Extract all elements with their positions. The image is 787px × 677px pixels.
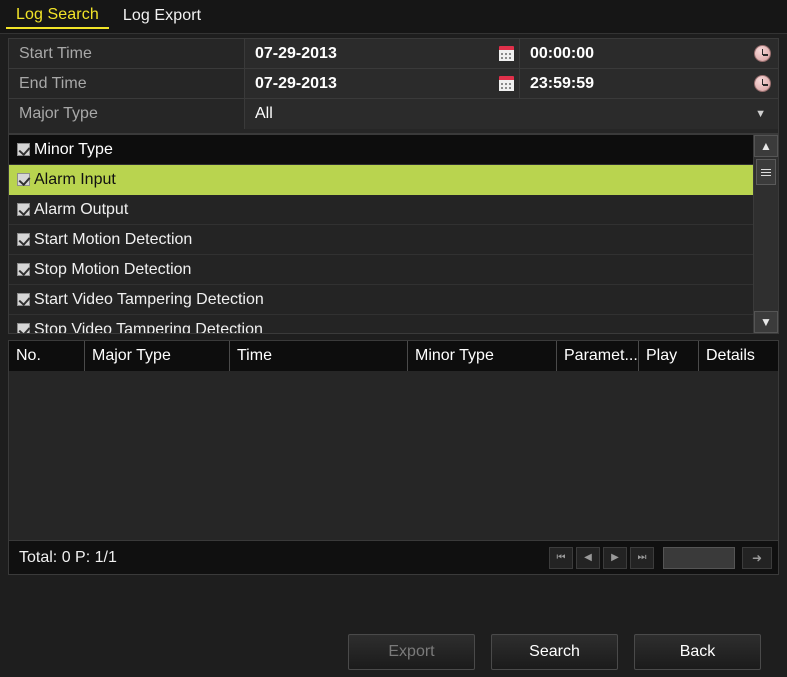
prev-page-icon: ◀ (584, 552, 592, 563)
list-item-label: Alarm Output (34, 200, 129, 218)
list-item-label: Stop Motion Detection (34, 260, 192, 278)
first-page-icon: ⏮ (556, 552, 566, 563)
list-item-label: Stop Video Tampering Detection (34, 320, 263, 334)
first-page-button[interactable]: ⏮ (549, 546, 573, 569)
end-time-field[interactable]: 23:59:59 (520, 69, 746, 98)
major-type-value: All (255, 105, 273, 122)
tab-log-search[interactable]: Log Search (6, 4, 109, 29)
start-time-clock-button[interactable] (746, 39, 778, 68)
column-header-parameter[interactable]: Paramet... (557, 341, 639, 371)
calendar-icon (498, 76, 514, 91)
results-table: No. Major Type Time Minor Type Paramet..… (8, 340, 779, 575)
last-page-icon: ⏭ (637, 552, 647, 563)
pagination-controls: ⏮ ◀ ▶ ⏭ ➜ (549, 546, 772, 569)
list-item-label: Alarm Input (34, 170, 116, 188)
end-time-row: End Time 07-29-2013 23:59:59 (9, 69, 778, 99)
chevron-down-icon: ▼ (760, 315, 772, 329)
list-item[interactable]: Alarm Output (9, 195, 753, 225)
action-button-bar: Export Search Back (0, 634, 787, 670)
search-criteria-panel: Start Time 07-29-2013 00:00:00 End Time … (8, 38, 779, 134)
chevron-up-icon: ▲ (760, 139, 772, 153)
column-header-major-type[interactable]: Major Type (85, 341, 230, 371)
list-item[interactable]: Stop Video Tampering Detection (9, 315, 753, 333)
total-count-label: Total: 0 P: 1/1 (19, 548, 117, 566)
major-type-row: Major Type All ▼ (9, 99, 778, 129)
search-button[interactable]: Search (491, 634, 618, 670)
go-arrow-icon: ➜ (751, 550, 763, 565)
checkbox-icon[interactable] (17, 293, 30, 306)
back-button[interactable]: Back (634, 634, 761, 670)
prev-page-button[interactable]: ◀ (576, 546, 600, 569)
major-type-label: Major Type (9, 99, 245, 129)
start-time-field[interactable]: 00:00:00 (520, 39, 746, 68)
minor-type-items: Minor Type Alarm Input Alarm Output Star… (9, 135, 753, 333)
chevron-down-icon: ▼ (755, 107, 766, 120)
go-to-page-button[interactable]: ➜ (742, 546, 772, 569)
column-header-details[interactable]: Details (699, 341, 778, 371)
scroll-up-button[interactable]: ▲ (754, 135, 778, 157)
next-page-button[interactable]: ▶ (603, 546, 627, 569)
checkbox-icon[interactable] (17, 173, 30, 186)
list-item[interactable]: Alarm Input (9, 165, 753, 195)
end-time-label: End Time (9, 69, 245, 98)
column-header-no[interactable]: No. (9, 341, 85, 371)
start-date-field[interactable]: 07-29-2013 (245, 39, 493, 68)
tab-bar: Log Search Log Export (0, 0, 787, 34)
clock-icon (753, 75, 771, 92)
major-type-dropdown[interactable]: All ▼ (245, 99, 778, 129)
scrollbar-thumb[interactable] (756, 159, 776, 185)
minor-type-scrollbar[interactable]: ▲ ▼ (753, 135, 778, 333)
page-number-input[interactable] (663, 546, 735, 569)
start-date-calendar-button[interactable] (493, 39, 520, 68)
calendar-icon (498, 46, 514, 61)
column-header-minor-type[interactable]: Minor Type (408, 341, 557, 371)
next-page-icon: ▶ (611, 552, 619, 563)
scroll-down-button[interactable]: ▼ (754, 311, 778, 333)
minor-type-listbox: Minor Type Alarm Input Alarm Output Star… (8, 134, 779, 334)
checkbox-icon[interactable] (17, 233, 30, 246)
end-time-clock-button[interactable] (746, 69, 778, 98)
list-item[interactable]: Start Motion Detection (9, 225, 753, 255)
checkbox-icon[interactable] (17, 323, 30, 333)
column-header-time[interactable]: Time (230, 341, 408, 371)
column-header-play[interactable]: Play (639, 341, 699, 371)
table-footer: Total: 0 P: 1/1 ⏮ ◀ ▶ ⏭ ➜ (9, 540, 778, 574)
clock-icon (753, 45, 771, 62)
end-date-calendar-button[interactable] (493, 69, 520, 98)
table-header-row: No. Major Type Time Minor Type Paramet..… (9, 341, 778, 371)
table-body (9, 371, 778, 540)
start-time-row: Start Time 07-29-2013 00:00:00 (9, 39, 778, 69)
list-item[interactable]: Start Video Tampering Detection (9, 285, 753, 315)
last-page-button[interactable]: ⏭ (630, 546, 654, 569)
list-item-label: Start Video Tampering Detection (34, 290, 264, 308)
checkbox-icon[interactable] (17, 143, 30, 156)
list-item[interactable]: Stop Motion Detection (9, 255, 753, 285)
minor-type-header-row[interactable]: Minor Type (9, 135, 753, 165)
checkbox-icon[interactable] (17, 203, 30, 216)
tab-log-export[interactable]: Log Export (113, 5, 211, 28)
minor-type-header-label: Minor Type (34, 140, 113, 158)
end-date-field[interactable]: 07-29-2013 (245, 69, 493, 98)
export-button[interactable]: Export (348, 634, 475, 670)
start-time-label: Start Time (9, 39, 245, 68)
list-item-label: Start Motion Detection (34, 230, 193, 248)
checkbox-icon[interactable] (17, 263, 30, 276)
